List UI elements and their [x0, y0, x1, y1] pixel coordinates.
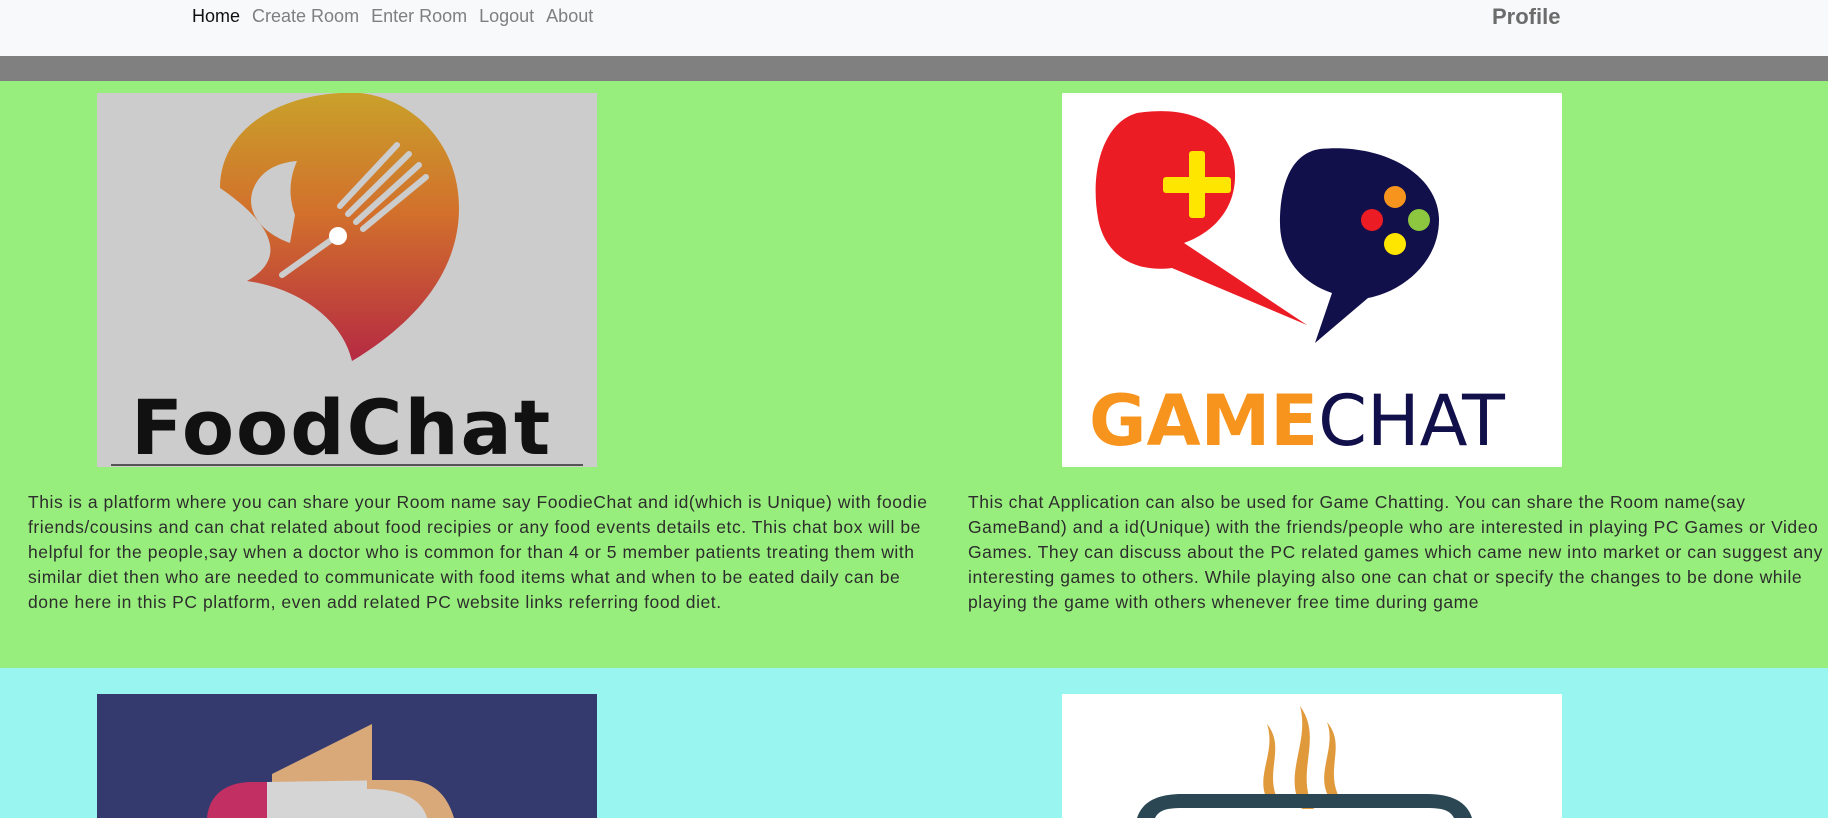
gamechat-logo-image: GAMECHAT: [1062, 93, 1562, 467]
gamechat-description: This chat Application can also be used f…: [968, 492, 1823, 612]
chat-cards-section: FoodChat GAMECHAT This is a platform whe…: [0, 81, 1828, 668]
nav-link-create-room[interactable]: Create Room: [252, 5, 359, 27]
nav-link-about[interactable]: About: [546, 5, 593, 27]
coffee-chat-logo-image: [1062, 694, 1562, 818]
chat-bubble-logo-icon: [207, 724, 454, 818]
gamechat-logo-text-chat: CHAT: [1318, 380, 1505, 462]
divider-strip: [0, 56, 1828, 81]
foodchat-description: This is a platform where you can share y…: [28, 492, 928, 612]
chat-app-logo-image: [97, 694, 597, 818]
foodchat-logo-image: FoodChat: [97, 93, 597, 467]
gamechat-logo-wordmark: GAMECHAT: [1089, 381, 1505, 461]
gamechat-logo-text-game: GAME: [1089, 380, 1319, 462]
chat-cards-section-2: [0, 668, 1828, 818]
nav-link-home[interactable]: Home: [192, 5, 240, 27]
nav-links: Home Create Room Enter Room Logout About: [192, 5, 593, 27]
foodchat-logo-text: FoodChat: [131, 383, 553, 468]
nav-link-logout[interactable]: Logout: [479, 5, 534, 27]
profile-link[interactable]: Profile: [1492, 4, 1560, 30]
navbar: Home Create Room Enter Room Logout About…: [0, 0, 1828, 56]
nav-link-enter-room[interactable]: Enter Room: [371, 5, 467, 27]
coffee-steam-logo-icon: [1137, 706, 1472, 818]
